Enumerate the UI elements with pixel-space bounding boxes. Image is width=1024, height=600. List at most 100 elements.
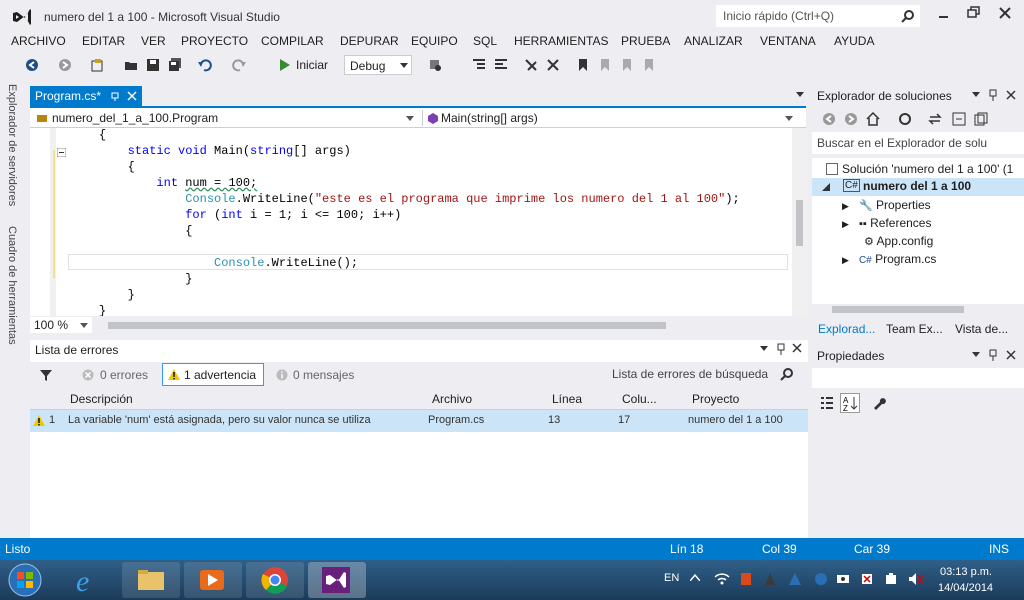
tray-chevron-icon[interactable] xyxy=(690,573,700,581)
comment-icon[interactable] xyxy=(524,58,538,72)
horizontal-scrollbar-thumb[interactable] xyxy=(108,322,666,329)
server-explorer-tab[interactable]: Explorador de servidores xyxy=(6,84,18,206)
tree-horizontal-scrollbar[interactable] xyxy=(832,306,964,313)
menu-sql[interactable]: SQL xyxy=(473,34,497,48)
uncomment-icon[interactable] xyxy=(546,58,560,72)
back-icon[interactable] xyxy=(25,58,39,72)
menu-proyecto[interactable]: PROYECTO xyxy=(181,34,248,48)
visual-studio-logo-icon[interactable] xyxy=(12,8,32,26)
panel-menu-icon[interactable] xyxy=(972,352,980,357)
minimize-button[interactable] xyxy=(938,8,950,20)
next-bookmark-icon[interactable] xyxy=(620,58,634,72)
forward-icon[interactable] xyxy=(58,58,72,72)
panel-menu-icon[interactable] xyxy=(760,346,768,351)
collapse-icon[interactable] xyxy=(57,148,66,157)
menu-compilar[interactable]: COMPILAR xyxy=(261,34,324,48)
language-indicator[interactable]: EN xyxy=(664,572,679,584)
clock-date[interactable]: 14/04/2014 xyxy=(938,582,993,594)
warnings-filter-button[interactable]: 1 advertencia xyxy=(162,363,264,386)
forward-icon[interactable] xyxy=(844,112,858,126)
visual-studio-taskbar-icon[interactable] xyxy=(308,562,366,598)
tab-team-explorer[interactable]: Team Ex... xyxy=(886,322,943,336)
home-icon[interactable] xyxy=(866,112,880,126)
close-button[interactable] xyxy=(998,6,1012,20)
tree-item-program-cs[interactable]: ▶ C# Program.cs xyxy=(842,252,936,266)
sync-icon[interactable] xyxy=(898,112,912,126)
align-icon[interactable] xyxy=(494,58,508,72)
file-explorer-icon[interactable] xyxy=(122,562,180,598)
search-icon[interactable] xyxy=(780,367,794,381)
menu-equipo[interactable]: EQUIPO xyxy=(411,34,458,48)
security-icon[interactable] xyxy=(740,572,752,586)
camera-icon[interactable] xyxy=(836,572,850,584)
pin-icon[interactable] xyxy=(110,91,120,101)
solution-search-input[interactable]: Buscar en el Explorador de solu xyxy=(812,132,1024,154)
prev-bookmark-icon[interactable] xyxy=(598,58,612,72)
code-editor[interactable]: { static void Main(string[] args) { int … xyxy=(30,128,808,316)
scrollbar-thumb[interactable] xyxy=(796,200,803,246)
menu-ventana[interactable]: VENTANA xyxy=(760,34,816,48)
format-icon[interactable] xyxy=(472,58,486,72)
messages-filter-button[interactable]: 0 mensajes xyxy=(274,365,364,385)
bluetooth-icon[interactable] xyxy=(814,572,828,586)
tab-overflow-icon[interactable] xyxy=(796,92,804,97)
wifi-icon[interactable] xyxy=(714,572,730,586)
quick-launch-input[interactable]: Inicio rápido (Ctrl+Q) xyxy=(716,5,920,27)
chrome-icon[interactable] xyxy=(246,562,304,598)
restore-button[interactable] xyxy=(967,6,981,20)
open-icon[interactable] xyxy=(124,58,138,72)
panel-menu-icon[interactable] xyxy=(972,92,980,97)
table-row[interactable]: 1 La variable 'num' está asignada, pero … xyxy=(30,410,808,432)
action-center-icon[interactable] xyxy=(860,572,874,586)
column-file[interactable]: Archivo xyxy=(432,392,472,406)
class-dropdown[interactable]: numero_del_1_a_100.Program xyxy=(30,110,418,126)
bookmark-icon[interactable] xyxy=(576,58,590,72)
undo-icon[interactable] xyxy=(198,58,212,72)
collapse-all-icon[interactable] xyxy=(952,112,966,126)
network-tray-icon[interactable] xyxy=(788,572,802,586)
save-all-icon[interactable] xyxy=(168,58,182,72)
media-player-icon[interactable] xyxy=(184,562,242,598)
tab-solution-explorer[interactable]: Explorad... xyxy=(818,322,875,336)
start-button-label[interactable]: Iniciar xyxy=(296,58,328,72)
tree-item-properties[interactable]: ▶ 🔧 Properties xyxy=(842,198,931,212)
clock-time[interactable]: 03:13 p.m. xyxy=(940,566,992,578)
menu-herramientas[interactable]: HERRAMIENTAS xyxy=(514,34,608,48)
internet-explorer-icon[interactable]: e xyxy=(60,562,118,598)
tree-item-references[interactable]: ▶ ▪▪ References xyxy=(842,216,931,230)
pin-icon[interactable] xyxy=(776,343,786,355)
alphabetical-icon[interactable]: AZ xyxy=(840,393,860,413)
volume-icon[interactable] xyxy=(908,572,924,586)
start-button-icon[interactable] xyxy=(6,562,44,598)
menu-archivo[interactable]: ARCHIVO xyxy=(11,34,66,48)
column-project[interactable]: Proyecto xyxy=(692,392,739,406)
pin-icon[interactable] xyxy=(988,89,998,101)
solution-config-dropdown[interactable]: Debug xyxy=(344,55,412,75)
redo-icon[interactable] xyxy=(232,58,246,72)
editor-vertical-scrollbar[interactable] xyxy=(792,128,808,316)
pin-icon[interactable] xyxy=(988,349,998,361)
show-all-files-icon[interactable] xyxy=(974,112,988,126)
project-node[interactable]: C# numero del 1 a 100 xyxy=(812,178,1024,196)
menu-depurar[interactable]: DEPURAR xyxy=(340,34,399,48)
column-column[interactable]: Colu... xyxy=(622,392,657,406)
toolbox-tab[interactable]: Cuadro de herramientas xyxy=(6,226,18,345)
menu-analizar[interactable]: ANALIZAR xyxy=(684,34,743,48)
start-debug-icon[interactable] xyxy=(278,58,292,72)
find-in-files-icon[interactable] xyxy=(428,58,442,72)
menu-ver[interactable]: VER xyxy=(141,34,166,48)
close-tab-icon[interactable] xyxy=(127,91,137,101)
tab-class-view[interactable]: Vista de... xyxy=(955,322,1008,336)
close-panel-icon[interactable] xyxy=(1006,350,1016,360)
column-line[interactable]: Línea xyxy=(552,392,582,406)
close-panel-icon[interactable] xyxy=(792,343,802,353)
zoom-dropdown[interactable]: 100 % xyxy=(30,317,92,333)
new-project-icon[interactable] xyxy=(90,58,104,72)
tree-item-app-config[interactable]: ⚙ App.config xyxy=(864,234,933,248)
properties-object-selector[interactable] xyxy=(812,368,1024,388)
menu-editar[interactable]: EDITAR xyxy=(82,34,125,48)
categorized-icon[interactable] xyxy=(820,396,834,410)
errors-filter-button[interactable]: 0 errores xyxy=(80,365,154,385)
expanded-arrow-icon[interactable] xyxy=(822,183,830,191)
battery-icon[interactable] xyxy=(884,572,898,586)
